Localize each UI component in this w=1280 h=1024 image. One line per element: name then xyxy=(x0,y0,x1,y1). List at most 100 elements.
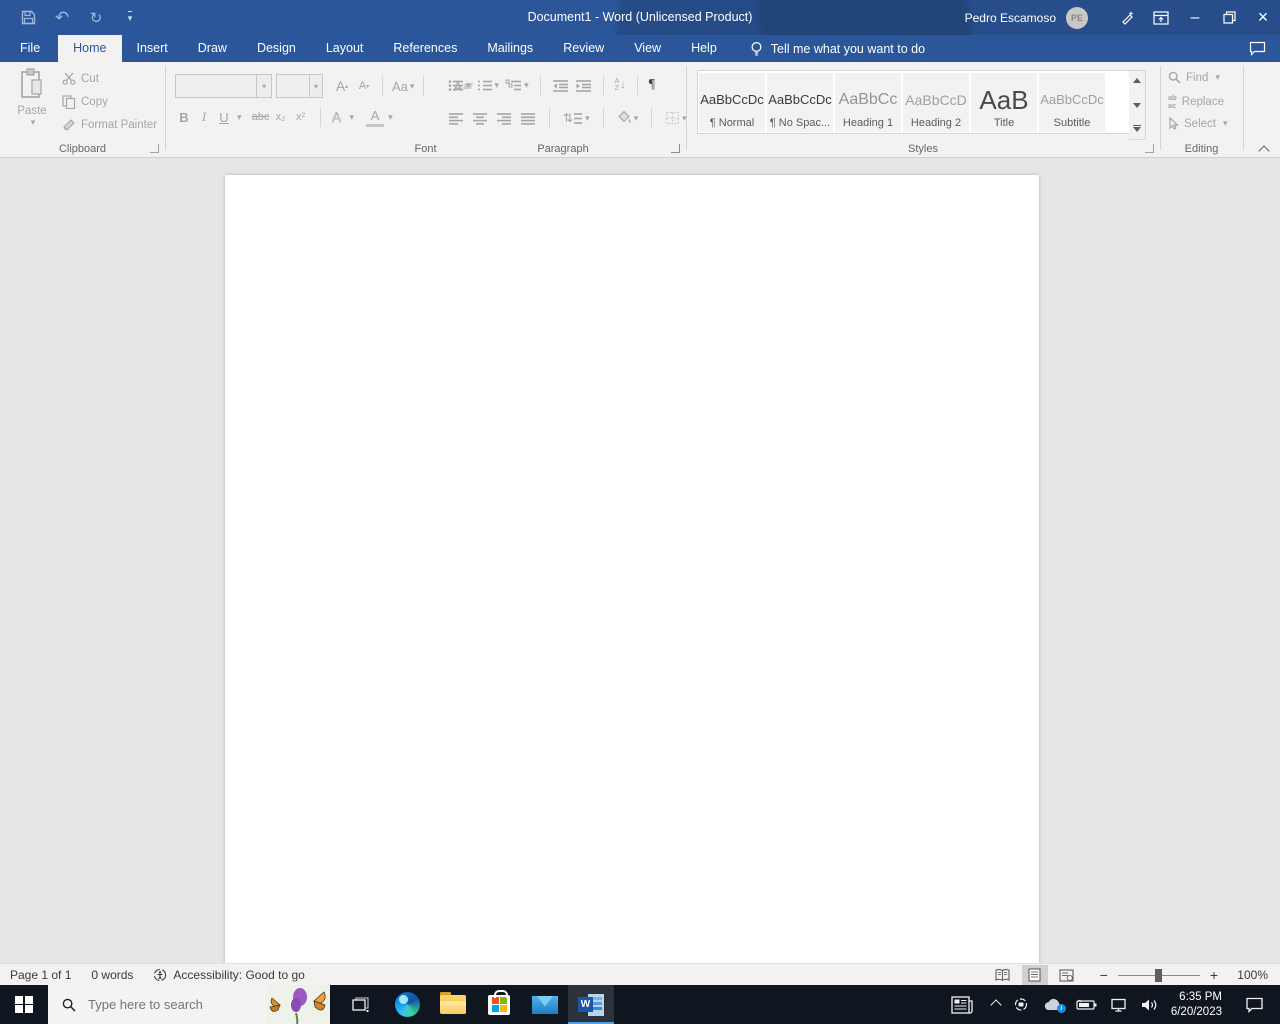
comments-icon[interactable] xyxy=(1249,41,1266,56)
meet-now-icon[interactable] xyxy=(1013,997,1030,1012)
cut-button[interactable]: Cut xyxy=(62,72,99,85)
decrease-indent-button[interactable] xyxy=(552,79,569,92)
hidden-icons-chevron[interactable] xyxy=(990,996,1002,1014)
font-name-dropdown-icon[interactable]: ▾ xyxy=(256,75,271,97)
italic-button[interactable]: I xyxy=(195,107,213,127)
style-heading-2[interactable]: AaBbCcD Heading 2 xyxy=(903,72,969,132)
ribbon-display-options-icon[interactable] xyxy=(1144,0,1178,35)
increase-indent-button[interactable] xyxy=(575,79,592,92)
zoom-in-button[interactable]: + xyxy=(1210,967,1218,983)
taskbar-mail-icon[interactable] xyxy=(522,985,568,1024)
user-name[interactable]: Pedro Escamoso xyxy=(965,11,1056,25)
document-page[interactable] xyxy=(225,175,1039,963)
tab-design[interactable]: Design xyxy=(242,35,311,62)
borders-button[interactable]: ▾ xyxy=(665,111,687,125)
web-layout-button[interactable] xyxy=(1054,965,1080,985)
search-input[interactable] xyxy=(86,996,260,1013)
shrink-font-button[interactable]: A ▾ xyxy=(355,76,373,96)
taskbar-store-icon[interactable] xyxy=(476,985,522,1024)
text-effects-dropdown-icon[interactable]: ▾ xyxy=(350,112,355,123)
align-left-button[interactable] xyxy=(448,112,464,125)
task-view-button[interactable] xyxy=(338,985,384,1024)
tab-references[interactable]: References xyxy=(378,35,472,62)
line-spacing-button[interactable]: ⇅ ▾ xyxy=(563,111,590,125)
format-painter-button[interactable]: Format Painter xyxy=(62,118,157,132)
styles-dialog-launcher[interactable] xyxy=(1145,144,1154,153)
zoom-level[interactable]: 100% xyxy=(1232,968,1268,982)
onedrive-icon[interactable]: i xyxy=(1043,998,1066,1013)
tab-draw[interactable]: Draw xyxy=(183,35,242,62)
tell-me-box[interactable]: Tell me what you want to do xyxy=(750,35,925,62)
style-normal[interactable]: AaBbCcDc ¶ Normal xyxy=(699,72,765,132)
font-name-input[interactable] xyxy=(176,75,257,97)
font-size-combobox[interactable]: ▾ xyxy=(276,74,323,98)
whats-new-icon[interactable] xyxy=(1110,0,1144,35)
tab-mailings[interactable]: Mailings xyxy=(472,35,548,62)
tab-insert[interactable]: Insert xyxy=(122,35,183,62)
sort-button[interactable]: AZ ↓ xyxy=(615,78,626,92)
read-mode-button[interactable] xyxy=(990,965,1016,985)
text-effects-button[interactable]: A xyxy=(328,107,346,127)
tab-review[interactable]: Review xyxy=(548,35,619,62)
news-widget-icon[interactable] xyxy=(951,995,973,1014)
underline-dropdown-icon[interactable]: ▾ xyxy=(237,112,242,123)
zoom-out-button[interactable]: − xyxy=(1100,967,1108,983)
zoom-slider[interactable] xyxy=(1117,968,1200,982)
change-case-button[interactable]: Aa ▾ xyxy=(392,76,414,96)
select-button[interactable]: Select ▾ xyxy=(1168,117,1228,130)
search-highlight-image[interactable] xyxy=(266,985,330,1024)
tab-view[interactable]: View xyxy=(619,35,676,62)
font-size-dropdown-icon[interactable]: ▾ xyxy=(308,75,322,97)
restore-button[interactable] xyxy=(1212,0,1246,35)
grow-font-button[interactable]: A ▴ xyxy=(333,76,351,96)
justify-button[interactable] xyxy=(520,112,536,125)
align-right-button[interactable] xyxy=(496,112,512,125)
copy-button[interactable]: Copy xyxy=(62,95,108,109)
strikethrough-button[interactable]: abc xyxy=(252,107,270,127)
minimize-button[interactable]: – xyxy=(1178,0,1212,35)
tab-file[interactable]: File xyxy=(2,35,58,62)
show-paragraph-marks-button[interactable]: ¶ xyxy=(649,77,655,93)
taskbar-word-icon[interactable]: W xyxy=(568,985,614,1024)
page-indicator[interactable]: Page 1 of 1 xyxy=(10,968,71,982)
word-count[interactable]: 0 words xyxy=(91,968,133,982)
taskbar-clock[interactable]: 6:35 PM 6/20/2023 xyxy=(1171,990,1222,1020)
numbering-button[interactable]: ▾ xyxy=(477,79,499,92)
paste-button[interactable]: Paste ▾ xyxy=(12,68,52,128)
start-button[interactable] xyxy=(0,985,48,1024)
subscript-button[interactable]: x₂ xyxy=(272,107,290,127)
superscript-button[interactable]: x² xyxy=(292,107,310,127)
multilevel-list-button[interactable]: ▾ xyxy=(505,79,529,92)
tab-help[interactable]: Help xyxy=(676,35,732,62)
taskbar-search[interactable] xyxy=(48,985,330,1024)
underline-button[interactable]: U xyxy=(215,107,233,127)
paragraph-dialog-launcher[interactable] xyxy=(671,144,680,153)
close-button[interactable]: × xyxy=(1246,0,1280,35)
network-icon[interactable] xyxy=(1110,998,1128,1012)
style-heading-1[interactable]: AaBbCc Heading 1 xyxy=(835,72,901,132)
tab-home[interactable]: Home xyxy=(58,35,122,62)
accessibility-status[interactable]: Accessibility: Good to go xyxy=(153,968,305,982)
battery-icon[interactable] xyxy=(1076,999,1097,1011)
style-subtitle[interactable]: AaBbCcDc Subtitle xyxy=(1039,72,1105,132)
align-center-button[interactable] xyxy=(472,112,488,125)
zoom-slider-handle[interactable] xyxy=(1154,968,1162,982)
style-title[interactable]: AaB Title xyxy=(971,72,1037,132)
tab-layout[interactable]: Layout xyxy=(311,35,379,62)
shading-button[interactable]: ▾ xyxy=(617,111,638,125)
action-center-icon[interactable] xyxy=(1245,997,1264,1013)
style-no-spacing[interactable]: AaBbCcDc ¶ No Spac... xyxy=(767,72,833,132)
styles-more-icon[interactable] xyxy=(1133,125,1141,136)
bold-button[interactable]: B xyxy=(175,107,193,127)
bullets-button[interactable]: ▾ xyxy=(448,79,471,92)
taskbar-edge-icon[interactable] xyxy=(384,985,430,1024)
styles-scroll-down-icon[interactable] xyxy=(1133,102,1141,112)
find-button[interactable]: Find ▾ xyxy=(1168,71,1220,84)
font-name-combobox[interactable]: ▾ xyxy=(175,74,272,98)
font-color-button[interactable]: A xyxy=(366,107,385,127)
replace-button[interactable]: ab ac Replace xyxy=(1168,94,1224,109)
clipboard-dialog-launcher[interactable] xyxy=(150,144,159,153)
volume-icon[interactable] xyxy=(1141,998,1158,1012)
print-layout-button[interactable] xyxy=(1021,965,1048,985)
font-color-dropdown-icon[interactable]: ▾ xyxy=(388,112,393,123)
